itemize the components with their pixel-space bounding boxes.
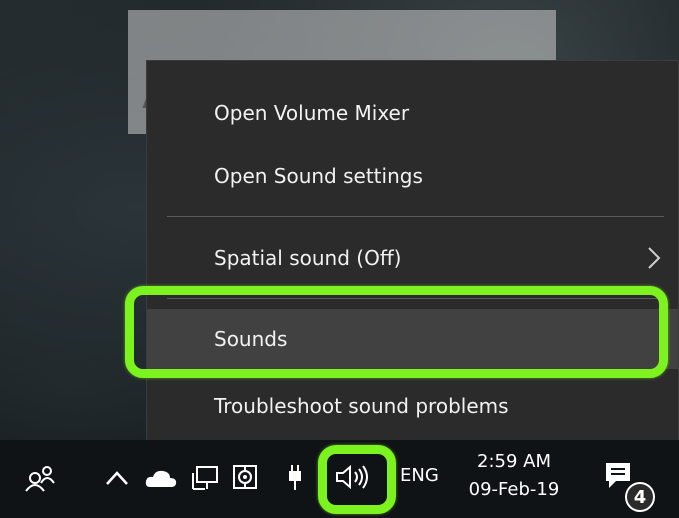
- power-plug-icon[interactable]: [283, 462, 307, 492]
- sound-context-menu: Open Volume Mixer Open Sound settings Sp…: [146, 60, 679, 456]
- menu-item-label: Spatial sound (Off): [214, 246, 402, 270]
- menu-item-label: Troubleshoot sound problems: [214, 394, 509, 418]
- chevron-up-icon[interactable]: [103, 464, 131, 492]
- menu-separator: [167, 216, 664, 217]
- network-icon[interactable]: [190, 464, 220, 492]
- language-indicator[interactable]: ENG: [400, 465, 439, 486]
- speaker-icon[interactable]: [332, 460, 376, 494]
- clock-date: 09-Feb-19: [468, 479, 560, 500]
- onedrive-cloud-icon[interactable]: [143, 464, 179, 492]
- menu-item-sounds[interactable]: Sounds: [147, 309, 678, 369]
- chevron-right-icon: [648, 247, 661, 269]
- menu-item-spatial-sound[interactable]: Spatial sound (Off): [147, 228, 678, 288]
- menu-item-label: Open Volume Mixer: [214, 101, 410, 125]
- menu-item-troubleshoot[interactable]: Troubleshoot sound problems: [147, 376, 678, 436]
- taskbar: [0, 440, 679, 518]
- clock-time: 2:59 AM: [477, 451, 551, 472]
- taskbar-clock[interactable]: 2:59 AM 09-Feb-19: [454, 448, 574, 510]
- security-icon[interactable]: [230, 462, 260, 492]
- menu-item-open-volume-mixer[interactable]: Open Volume Mixer: [147, 83, 678, 143]
- menu-item-label: Open Sound settings: [214, 164, 423, 188]
- notification-count-badge: 4: [625, 482, 655, 512]
- menu-item-open-sound-settings[interactable]: Open Sound settings: [147, 146, 678, 206]
- people-icon[interactable]: [22, 460, 58, 496]
- menu-separator: [167, 298, 664, 299]
- menu-item-label: Sounds: [214, 327, 288, 351]
